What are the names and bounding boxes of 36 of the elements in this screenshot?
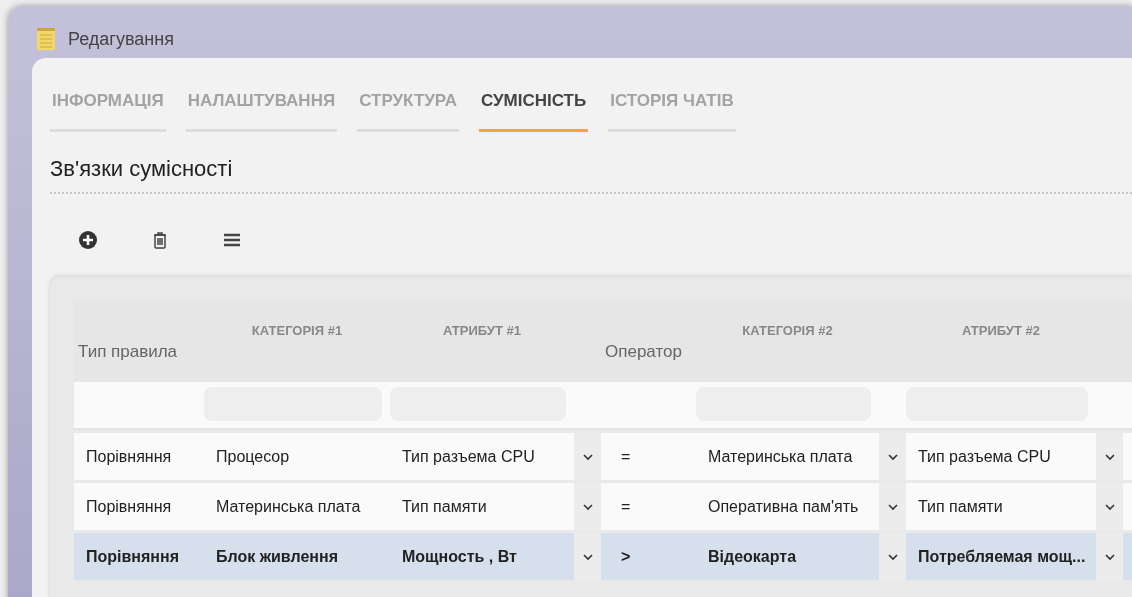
table-cell-text: Тип памяти: [401, 496, 488, 517]
table-cell-text: =: [620, 496, 632, 517]
column-header: КАТЕГОРІЯ #1: [251, 323, 343, 338]
dropdown-button[interactable]: [1096, 433, 1123, 480]
column-header: АТРИБУТ #2: [962, 323, 1040, 338]
table-cell-text: Материнська плата: [215, 496, 362, 517]
notepad-icon: [36, 27, 56, 51]
table-cell-text: Материнська плата: [707, 446, 854, 467]
table-cell-text: Порівняння: [85, 496, 173, 517]
dropdown-button[interactable]: [574, 433, 601, 480]
table-cell-text: Тип разъема CPU: [917, 446, 1052, 467]
tab[interactable]: ІНФОРМАЦІЯ: [50, 91, 166, 132]
table-cell-text: Оперативна пам'ять: [707, 496, 860, 517]
column-header: Тип правила: [78, 341, 178, 362]
table-cell-text: Тип разъема CPU: [401, 446, 536, 467]
column-header: АТРИБУТ #1: [443, 323, 521, 338]
table-cell-text: Порівняння: [85, 546, 180, 567]
table-cell-text: >: [620, 546, 632, 567]
tab[interactable]: СУМІСНІСТЬ: [478, 91, 589, 132]
table-cell-text: Мощность , Вт: [401, 546, 518, 567]
column-header: Оператор: [605, 341, 682, 362]
tab[interactable]: НАЛАШТУВАННЯ: [185, 91, 338, 132]
table-cell-text: Тип памяти: [917, 496, 1004, 517]
table-cell-text: Порівняння: [85, 446, 173, 467]
table-cell-text: Процесор: [215, 446, 291, 467]
tab[interactable]: ІСТОРІЯ ЧАТІВ: [608, 91, 736, 132]
section-title: Зв'язки сумісності: [50, 156, 1132, 194]
table-cell-text: =: [620, 446, 632, 467]
table-cell-text: Відеокарта: [707, 546, 798, 567]
tab[interactable]: СТРУКТУРА: [357, 91, 459, 132]
dropdown-button[interactable]: [879, 433, 906, 480]
add-icon[interactable]: [78, 230, 98, 250]
table-cell-text: Блок живлення: [215, 546, 339, 567]
window-title: Редагування: [68, 28, 174, 50]
column-header: КАТЕГОРІЯ #2: [742, 323, 833, 338]
table-cell-text: Потребляемая мощ...: [917, 546, 1087, 567]
